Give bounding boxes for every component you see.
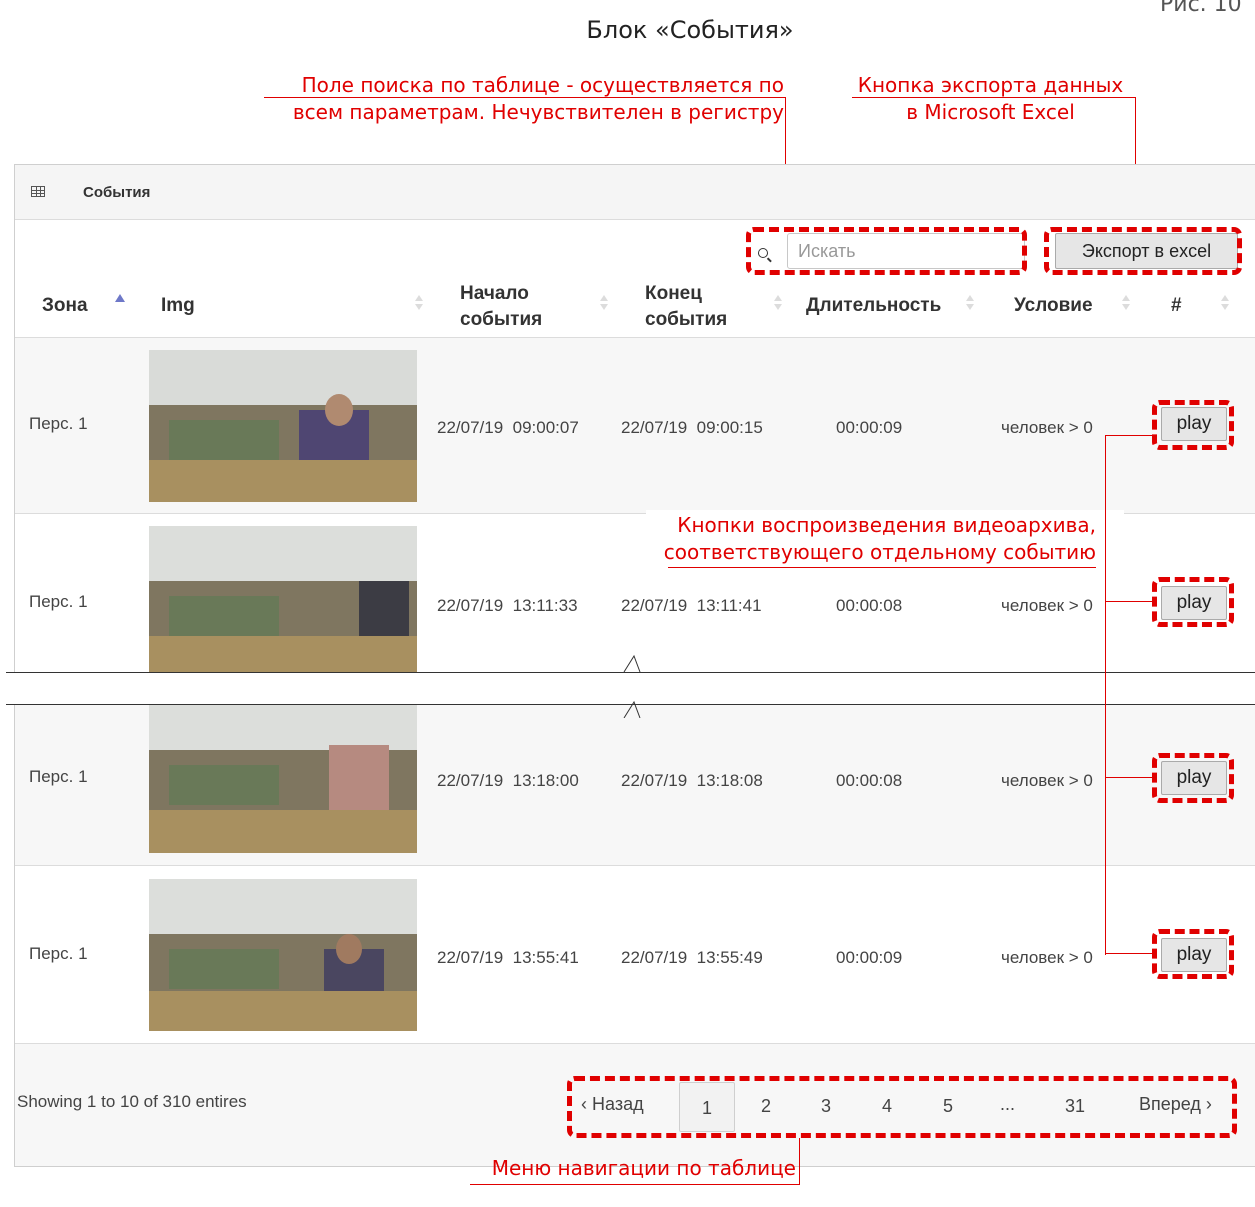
figure-title: Блок «События» (586, 16, 794, 44)
cell-end: 22/07/19 13:11:41 (621, 596, 762, 615)
sort-icon (966, 295, 974, 311)
panel-header: События (15, 165, 1255, 220)
entries-info: Showing 1 to 10 of 310 entires (17, 1092, 247, 1111)
cell-zone: Перс. 1 (29, 944, 88, 963)
column-header-end[interactable]: Конец события (645, 281, 785, 333)
column-header-zone[interactable]: Зона (42, 293, 88, 319)
cell-start: 22/07/19 13:18:00 (437, 771, 579, 790)
cell-start: 22/07/19 13:11:33 (437, 596, 578, 615)
annotation-export-line-2: в Microsoft Excel (906, 100, 1075, 124)
annotation-play: Кнопки воспроизведения видеоархива, соот… (646, 512, 1096, 566)
cell-condition: человек > 0 (1001, 771, 1093, 790)
annotation-search: Поле поиска по таблице - осуществляется … (264, 72, 784, 126)
cell-condition: человек > 0 (1001, 948, 1093, 967)
sort-icon (774, 295, 782, 311)
cell-start: 22/07/19 13:55:41 (437, 948, 579, 967)
sort-icon (600, 295, 608, 311)
event-thumbnail-image (149, 879, 417, 1031)
highlight-play-4 (1152, 929, 1234, 979)
highlight-pagination (567, 1076, 1237, 1138)
table-row: Перс. 1 22/07/19 09:00:07 22/07/19 09:00… (15, 337, 1255, 514)
highlight-play-2 (1152, 577, 1234, 627)
cell-zone: Перс. 1 (29, 767, 88, 786)
annotation-search-line-1: Поле поиска по таблице - осуществляется … (301, 73, 784, 97)
highlight-play-3 (1152, 753, 1234, 803)
cell-duration: 00:00:08 (836, 771, 903, 790)
table-grid-icon (31, 186, 45, 197)
break-zigzag-icon (623, 654, 641, 718)
table-row: Перс. 1 22/07/19 13:18:00 22/07/19 13:18… (15, 705, 1255, 865)
sort-icon (1221, 295, 1229, 311)
cell-duration: 00:00:08 (836, 596, 903, 615)
sort-icon (415, 295, 423, 311)
highlight-play-1 (1152, 400, 1234, 450)
cell-zone: Перс. 1 (29, 414, 88, 433)
panel-title: События (83, 184, 151, 201)
cell-condition: человек > 0 (1001, 418, 1093, 437)
annotation-play-line-2: соответствующего отдельному событию (663, 540, 1096, 564)
annotation-nav: Меню навигации по таблице (491, 1156, 796, 1180)
column-header-duration[interactable]: Длительность (806, 293, 941, 319)
event-thumbnail (149, 526, 417, 672)
cell-condition: человек > 0 (1001, 596, 1093, 615)
sort-icon (1122, 295, 1130, 311)
cell-duration: 00:00:09 (836, 418, 903, 437)
cell-duration: 00:00:09 (836, 948, 903, 967)
cell-start: 22/07/19 09:00:07 (437, 418, 579, 437)
sort-asc-icon (115, 294, 125, 302)
cell-zone: Перс. 1 (29, 592, 88, 611)
event-thumbnail (149, 705, 417, 853)
cell-end: 22/07/19 09:00:15 (621, 418, 763, 437)
highlight-export (1044, 227, 1242, 275)
event-thumbnail (149, 350, 417, 502)
column-header-hash[interactable]: # (1171, 293, 1182, 319)
highlight-search (746, 227, 1027, 275)
event-thumbnail (149, 879, 417, 1031)
table-row: Перс. 1 22/07/19 13:55:41 22/07/19 13:55… (15, 865, 1255, 1044)
event-thumbnail-image (149, 526, 417, 672)
cell-end: 22/07/19 13:18:08 (621, 771, 763, 790)
event-thumbnail-image (149, 350, 417, 502)
column-header-condition[interactable]: Условие (1014, 293, 1093, 319)
event-thumbnail-image (149, 705, 417, 853)
cell-end: 22/07/19 13:55:49 (621, 948, 763, 967)
figure-number: Рис. 10 (1160, 0, 1242, 17)
annotation-play-line-1: Кнопки воспроизведения видеоархива, (677, 513, 1096, 537)
annotation-export: Кнопка экспорта данных в Microsoft Excel (852, 72, 1129, 126)
annotation-export-line-1: Кнопка экспорта данных (857, 73, 1124, 97)
column-header-img[interactable]: Img (161, 293, 195, 319)
annotation-search-line-2: всем параметрам. Нечувствителен в регист… (292, 100, 784, 124)
column-header-start[interactable]: Начало события (460, 281, 600, 333)
